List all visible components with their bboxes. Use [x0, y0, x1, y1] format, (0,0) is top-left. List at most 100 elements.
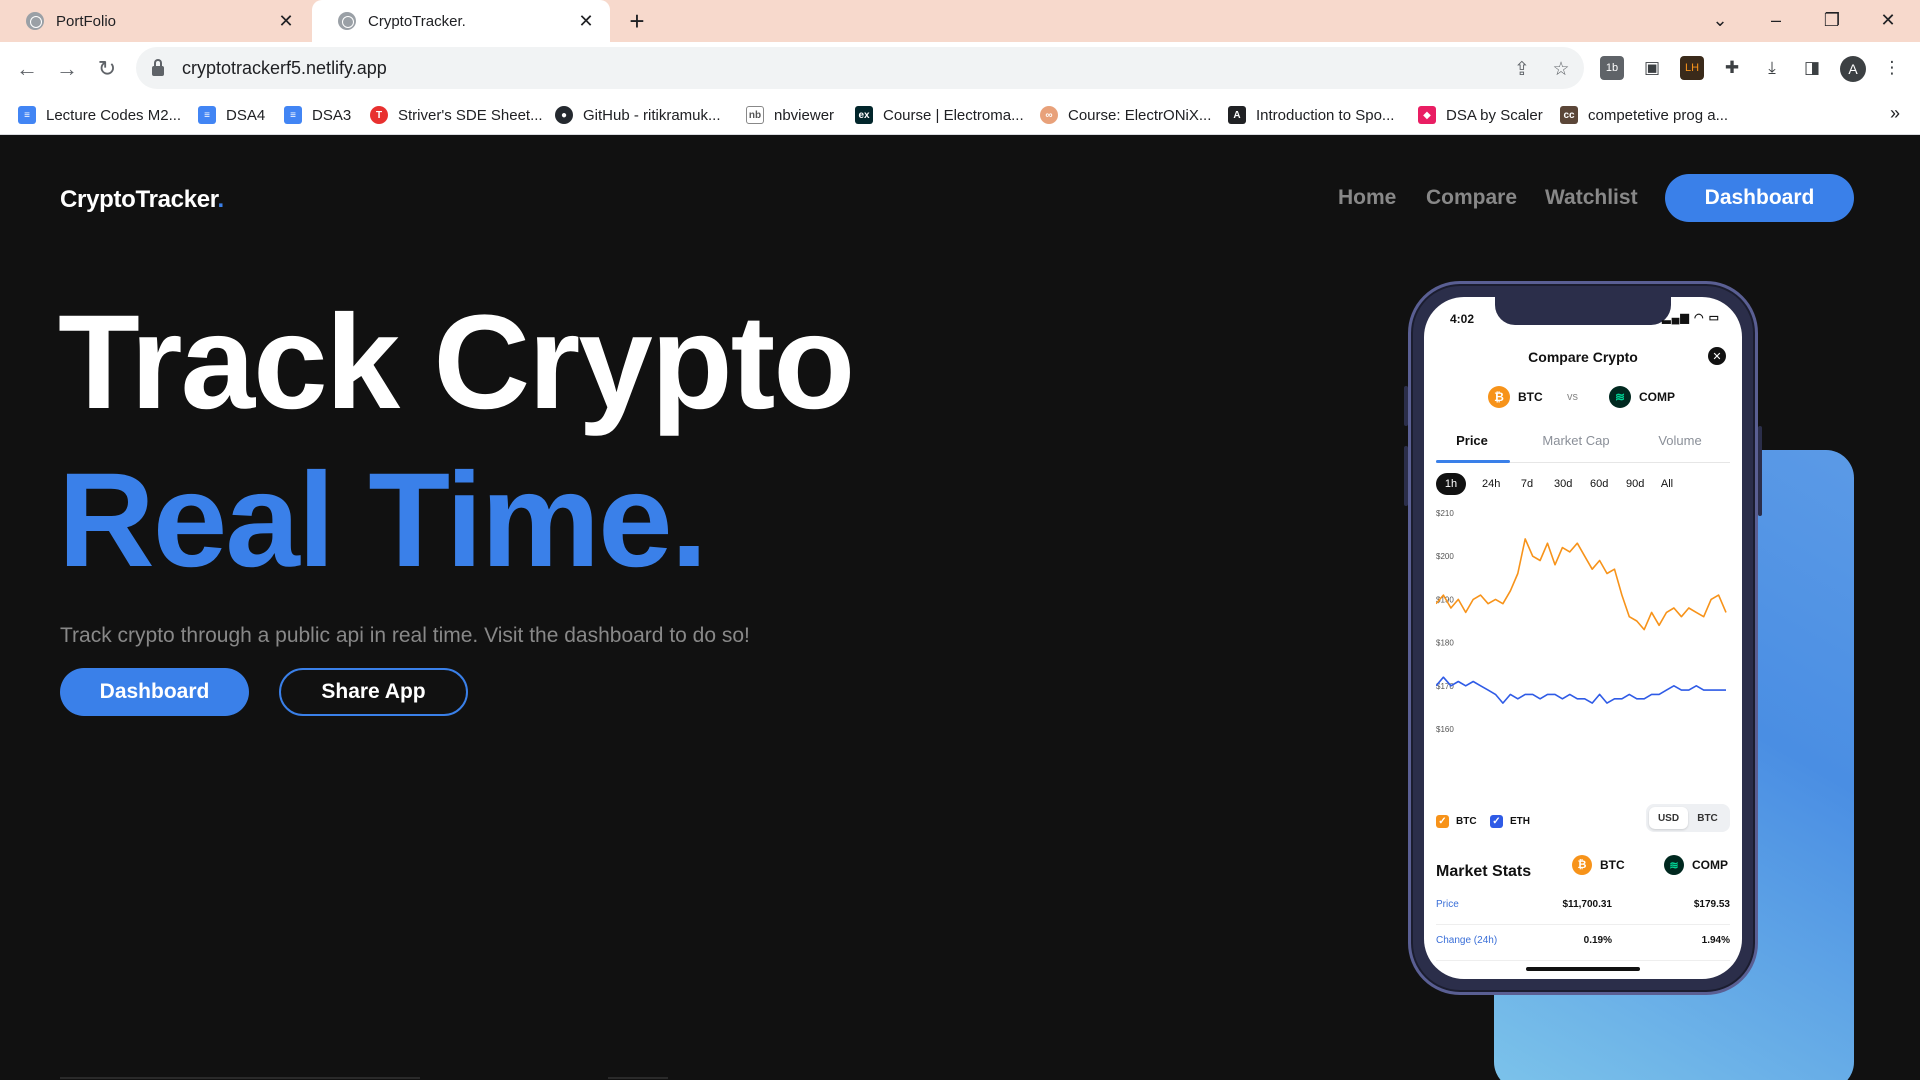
bookmark-item[interactable]: ∞ Course: ElectrONiX... [1040, 103, 1211, 127]
stat-row-price: Price $11,700.31 $179.53 [1436, 889, 1730, 925]
coin-b-label: COMP [1692, 858, 1728, 872]
range-all[interactable]: All [1652, 473, 1682, 495]
minimize-button[interactable]: – [1748, 0, 1804, 40]
bookmark-item[interactable]: ● GitHub - ritikramuk... [555, 103, 721, 127]
browser-tab-strip: PortFolio ✕ CryptoTracker. ✕ + ⌄ – ❐ ✕ [0, 0, 1920, 42]
bookmark-item[interactable]: cc competetive prog a... [1560, 103, 1728, 127]
extension-3-icon[interactable]: LH [1680, 56, 1704, 80]
range-7d[interactable]: 7d [1512, 473, 1542, 495]
side-panel-icon[interactable]: ◨ [1800, 56, 1824, 80]
bookmark-item[interactable]: A Introduction to Spo... [1228, 103, 1394, 127]
status-time: 4:02 [1450, 312, 1475, 326]
coin-a-label: BTC [1518, 390, 1543, 404]
bitcoin-icon: ₿ [1572, 855, 1592, 875]
tab-portfolio[interactable]: PortFolio ✕ [0, 0, 310, 42]
nav-compare[interactable]: Compare [1426, 186, 1517, 210]
share-icon[interactable]: ⇪ [1510, 57, 1534, 81]
stat-value-btc: $11,700.31 [1562, 899, 1613, 910]
tab-price[interactable]: Price [1424, 433, 1524, 448]
window-close-button[interactable]: ✕ [1860, 0, 1916, 40]
restore-button[interactable]: ❐ [1804, 0, 1860, 40]
forward-arrow-icon[interactable]: → [50, 52, 84, 86]
back-arrow-icon[interactable]: ← [10, 52, 44, 86]
range-60d[interactable]: 60d [1582, 473, 1616, 495]
bookmark-item[interactable]: ≡ DSA3 [284, 103, 351, 127]
stats-coin-a: ₿ BTC [1572, 855, 1625, 875]
bookmark-label: DSA3 [312, 106, 352, 124]
legend-label: ETH [1510, 816, 1530, 827]
range-30d[interactable]: 30d [1546, 473, 1580, 495]
legend-eth[interactable]: ✓ ETH [1490, 815, 1530, 828]
compound-icon: ≋ [1609, 386, 1631, 408]
close-icon[interactable]: ✕ [576, 11, 596, 31]
page-viewport: CryptoTracker. Home Compare Watchlist Da… [0, 136, 1920, 1080]
range-90d[interactable]: 90d [1618, 473, 1652, 495]
currency-usd[interactable]: USD [1649, 807, 1688, 829]
bookmarks-overflow-icon[interactable]: » [1890, 103, 1900, 124]
bookmark-label: Striver's SDE Sheet... [398, 106, 543, 124]
address-bar[interactable]: cryptotrackerf5.netlify.app ⇪ ☆ [136, 47, 1584, 89]
legend-label: BTC [1456, 816, 1477, 827]
series-line-eth [1436, 676, 1726, 704]
star-icon[interactable]: ☆ [1549, 57, 1573, 81]
close-icon[interactable]: ✕ [1708, 347, 1726, 365]
tab-search-icon[interactable]: ⌄ [1692, 0, 1748, 40]
legend-btc[interactable]: ✓ BTC [1436, 815, 1477, 828]
coin-a-label: BTC [1600, 858, 1625, 872]
tab-title: PortFolio [56, 12, 117, 30]
phone-notch [1495, 297, 1671, 325]
bookmark-label: Course: ElectrONiX... [1068, 106, 1212, 124]
doc-icon: ≡ [18, 106, 36, 124]
hero-subtitle: Track crypto through a public api in rea… [60, 624, 750, 647]
bookmark-item[interactable]: ex Course | Electroma... [855, 103, 1024, 127]
tab-market-cap[interactable]: Market Cap [1524, 433, 1628, 448]
extension-1-icon[interactable]: 1b [1600, 56, 1624, 80]
bookmarks-bar: ≡ Lecture Codes M2... ≡ DSA4 ≡ DSA3 T Strive… [0, 95, 1920, 135]
nav-watchlist[interactable]: Watchlist [1545, 186, 1638, 210]
lock-icon [152, 59, 164, 76]
coin-b-label: COMP [1639, 390, 1675, 404]
reload-icon[interactable]: ↻ [90, 52, 124, 86]
price-line-chart: $210$200$190$180$170$160 [1436, 509, 1727, 734]
extension-2-icon[interactable]: ▣ [1640, 56, 1664, 80]
puzzle-icon[interactable]: ✚ [1720, 56, 1744, 80]
dashboard-button[interactable]: Dashboard [60, 668, 249, 716]
divider [608, 1077, 668, 1079]
avatar[interactable]: A [1840, 56, 1866, 82]
active-tab-indicator [1436, 460, 1510, 463]
new-tab-button[interactable]: + [622, 4, 652, 38]
bookmark-label: Lecture Codes M2... [46, 106, 182, 124]
browser-toolbar: ← → ↻ cryptotrackerf5.netlify.app ⇪ ☆ 1b… [0, 42, 1920, 95]
bookmark-item[interactable]: T Striver's SDE Sheet... [370, 103, 543, 127]
site-logo[interactable]: CryptoTracker. [60, 186, 224, 214]
bookmark-item[interactable]: nb nbviewer [746, 103, 834, 127]
bookmark-item[interactable]: ≡ DSA4 [198, 103, 265, 127]
hero-heading-line2: Real Time. [58, 446, 708, 595]
bookmark-item[interactable]: ≡ Lecture Codes M2... [18, 103, 181, 127]
currency-toggle: USD BTC [1646, 804, 1730, 832]
y-tick-label: $180 [1436, 639, 1454, 648]
bookmark-item[interactable]: ◆ DSA by Scaler [1418, 103, 1543, 127]
currency-btc[interactable]: BTC [1688, 807, 1727, 829]
url-text: cryptotrackerf5.netlify.app [182, 57, 387, 78]
stat-value-btc: 0.19% [1583, 935, 1612, 946]
download-icon[interactable]: ⤓ [1760, 56, 1784, 80]
menu-kebab-icon[interactable]: ⋮ [1880, 56, 1904, 80]
home-indicator [1526, 967, 1640, 971]
tab-title: CryptoTracker. [368, 12, 466, 30]
nav-dashboard-button[interactable]: Dashboard [1665, 174, 1854, 222]
share-app-button[interactable]: Share App [279, 668, 468, 716]
close-icon[interactable]: ✕ [276, 11, 296, 31]
range-24h[interactable]: 24h [1474, 473, 1508, 495]
range-1h[interactable]: 1h [1436, 473, 1466, 495]
nav-home[interactable]: Home [1338, 186, 1396, 210]
tab-cryptotracker[interactable]: CryptoTracker. ✕ [312, 0, 610, 42]
coin-b: ≋ COMP [1609, 386, 1675, 408]
tab-volume[interactable]: Volume [1628, 433, 1732, 448]
y-tick-label: $200 [1436, 552, 1454, 561]
stat-value-comp: 1.94% [1701, 935, 1730, 946]
nbviewer-icon: nb [746, 106, 764, 124]
y-tick-label: $160 [1436, 725, 1454, 734]
stat-label: Price [1436, 899, 1459, 910]
bookmark-label: DSA4 [226, 106, 266, 124]
